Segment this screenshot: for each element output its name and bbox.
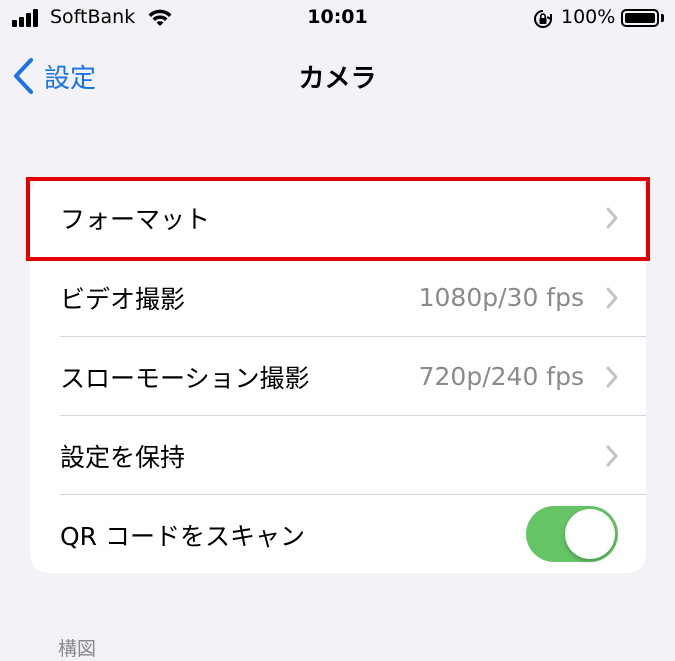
chevron-right-icon: [606, 445, 618, 467]
battery-icon: [621, 9, 659, 27]
highlight-box: [26, 177, 650, 261]
row-label: スローモーション撮影: [60, 363, 310, 393]
row-video-recording[interactable]: ビデオ撮影 1080p/30 fps: [30, 258, 646, 337]
row-value: 720p/240 fps: [418, 362, 584, 391]
qr-scan-toggle[interactable]: [526, 506, 618, 562]
chevron-right-icon: [606, 287, 618, 309]
row-scan-qr-code: QR コードをスキャン: [30, 495, 646, 573]
row-preserve-settings[interactable]: 設定を保持: [30, 416, 646, 495]
row-value: 1080p/30 fps: [418, 283, 584, 312]
battery-percent: 100%: [561, 6, 616, 28]
section-header-composition: 構図: [58, 638, 97, 660]
battery-tip: [661, 14, 664, 22]
toggle-knob: [565, 509, 615, 559]
page-title: カメラ: [298, 64, 377, 94]
row-label: 設定を保持: [60, 442, 186, 472]
row-label: ビデオ撮影: [60, 284, 186, 314]
row-slow-motion[interactable]: スローモーション撮影 720p/240 fps: [30, 337, 646, 416]
status-bar: SoftBank 10:01 100%: [0, 0, 675, 38]
chevron-right-icon: [606, 366, 618, 388]
orientation-lock-icon: [534, 10, 552, 28]
row-label: QR コードをスキャン: [60, 521, 305, 551]
